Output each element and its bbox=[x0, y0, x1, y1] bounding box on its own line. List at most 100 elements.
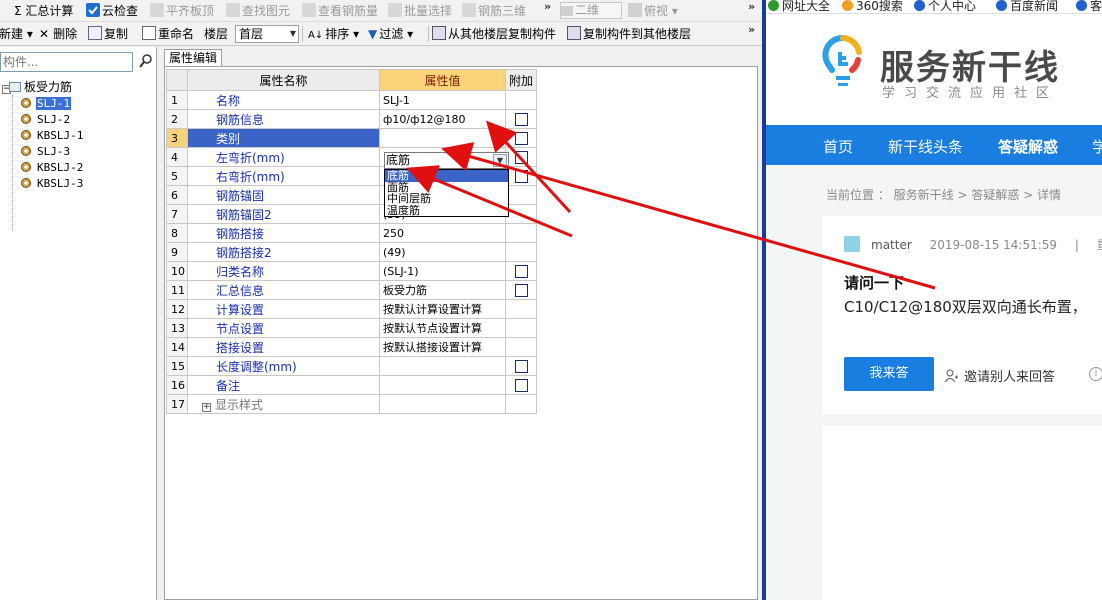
favorite-link[interactable]: 网址大全 bbox=[768, 0, 830, 13]
view-2d-combo[interactable]: 二维 bbox=[560, 2, 622, 19]
property-value-cell[interactable] bbox=[379, 128, 506, 148]
toolbar-overflow-icon[interactable]: » bbox=[544, 0, 551, 13]
search-icon[interactable] bbox=[138, 53, 154, 69]
nav-headlines[interactable]: 新干线头条 bbox=[888, 136, 963, 157]
extra-checkbox[interactable] bbox=[514, 151, 528, 164]
dropdown-option-bottom-bar[interactable]: 底筋 bbox=[385, 170, 508, 182]
floor-select[interactable]: 首层 ▼ bbox=[235, 25, 299, 43]
rebar-3d-button[interactable]: 钢筋三维 bbox=[462, 2, 526, 20]
tree-item-slj-2[interactable]: SLJ-2 bbox=[20, 112, 71, 128]
question-card: matter 2019-08-15 14:51:59 | 重庆 请问一下 C10… bbox=[823, 216, 1102, 414]
row-number: 1 bbox=[166, 90, 188, 110]
property-value-cell[interactable]: 按默认节点设置计算 bbox=[379, 318, 506, 338]
dropdown-option-top-bar[interactable]: 面筋 bbox=[385, 182, 508, 194]
extra-checkbox[interactable] bbox=[514, 360, 528, 373]
tree-item-slj-3[interactable]: SLJ-3 bbox=[20, 144, 71, 160]
property-row[interactable]: 1 名称 SLJ-1 bbox=[166, 90, 537, 110]
find-element-button[interactable]: 查找图元 bbox=[226, 2, 290, 20]
invite-answer-link[interactable]: 邀请别人来回答 bbox=[944, 366, 1055, 385]
property-value-cell[interactable] bbox=[379, 394, 506, 414]
property-value-cell[interactable]: SLJ-1 bbox=[379, 90, 506, 110]
nav-qa[interactable]: 答疑解惑 bbox=[998, 136, 1058, 157]
logo-bulb-icon[interactable] bbox=[822, 34, 864, 92]
property-value-cell[interactable]: (49) bbox=[379, 242, 506, 262]
extra-checkbox[interactable] bbox=[514, 170, 528, 183]
avatar[interactable] bbox=[844, 236, 860, 252]
info-icon[interactable]: i bbox=[1089, 367, 1102, 381]
cloud-check-button[interactable]: 云检查 bbox=[86, 2, 138, 20]
toolbar-overflow-icon-2[interactable]: » bbox=[748, 0, 755, 13]
rebar-software-window: Σ 汇总计算 云检查 平齐板顶 查找图元 查看钢筋量 批量选择 钢筋三维 » 二… bbox=[0, 0, 762, 600]
property-row[interactable]: 2 钢筋信息 ф10/ф12@180 bbox=[166, 109, 537, 129]
tree-root-node[interactable]: − 板受力筋 bbox=[2, 79, 72, 95]
copy-from-floor-button[interactable]: 从其他楼层复制构件 bbox=[432, 25, 556, 43]
chevron-down-icon[interactable]: ▼ bbox=[493, 154, 507, 167]
property-row[interactable]: 11 汇总信息 板受力筋 bbox=[166, 280, 537, 300]
favorite-link[interactable]: 百度新闻 bbox=[996, 0, 1058, 13]
post-username[interactable]: matter bbox=[871, 238, 912, 252]
header-extra[interactable]: 附加 bbox=[505, 69, 537, 91]
property-row[interactable]: 15 长度调整(mm) bbox=[166, 356, 537, 376]
property-row[interactable]: 9 钢筋搭接2 (49) bbox=[166, 242, 537, 262]
favorite-link[interactable]: 360搜索 bbox=[842, 0, 903, 13]
batch-select-label: 批量选择 bbox=[404, 4, 453, 18]
property-value-cell[interactable]: 按默认搭接设置计算 bbox=[379, 337, 506, 357]
delete-button[interactable]: ✕ 删除 bbox=[39, 25, 77, 43]
property-value-cell[interactable] bbox=[379, 375, 506, 395]
property-value-cell[interactable]: 按默认计算设置计算 bbox=[379, 299, 506, 319]
property-row[interactable]: 17 + 显示样式 bbox=[166, 394, 537, 414]
extra-checkbox[interactable] bbox=[514, 113, 528, 126]
copy-button[interactable]: 复制 bbox=[88, 25, 128, 43]
tree-item-slj-1[interactable]: SLJ-1 bbox=[20, 96, 72, 112]
new-button[interactable]: 新建 ▾ bbox=[0, 25, 33, 43]
property-row[interactable]: 3 类别 bbox=[166, 128, 537, 148]
extra-checkbox[interactable] bbox=[514, 284, 528, 297]
expand-icon[interactable]: + bbox=[202, 402, 211, 412]
property-row[interactable]: 13 节点设置 按默认节点设置计算 bbox=[166, 318, 537, 338]
extra-checkbox[interactable] bbox=[514, 132, 528, 145]
summary-calc-label: Σ 汇总计算 bbox=[14, 4, 74, 18]
tab-property-edit[interactable]: 属性编辑 bbox=[164, 49, 223, 66]
component-search-input[interactable]: 构件... bbox=[0, 52, 133, 72]
sort-label: 排序 bbox=[325, 27, 350, 41]
favorite-link[interactable]: 个人中心 bbox=[914, 0, 976, 13]
header-property-value[interactable]: 属性值 bbox=[379, 69, 506, 91]
favorite-link[interactable]: 客 bbox=[1076, 0, 1102, 13]
filter-button[interactable]: ▼ 过滤 ▾ bbox=[368, 25, 413, 43]
property-row[interactable]: 10 归类名称 (SLJ-1) bbox=[166, 261, 537, 281]
property-name-text: 钢筋搭接 bbox=[216, 226, 265, 241]
property-value-cell[interactable]: (SLJ-1) bbox=[379, 261, 506, 281]
answer-button[interactable]: 我来答 bbox=[844, 357, 934, 391]
property-value-cell[interactable]: 板受力筋 bbox=[379, 280, 506, 300]
property-value-cell[interactable] bbox=[379, 356, 506, 376]
extra-checkbox[interactable] bbox=[514, 265, 528, 278]
view-rebar-qty-button[interactable]: 查看钢筋量 bbox=[302, 2, 378, 20]
favorite-label: 客 bbox=[1090, 0, 1102, 13]
align-slab-top-button[interactable]: 平齐板顶 bbox=[150, 2, 214, 20]
dropdown-option-temperature-bar[interactable]: 温度筋 bbox=[385, 205, 508, 217]
tree-item-kbslj-3[interactable]: KBSLJ-3 bbox=[20, 176, 84, 192]
property-value-cell[interactable]: 250 bbox=[379, 223, 506, 243]
summary-calc-button[interactable]: Σ 汇总计算 bbox=[14, 2, 73, 20]
extra-cell bbox=[505, 356, 537, 376]
property-value-cell[interactable]: ф10/ф12@180 bbox=[379, 109, 506, 129]
check-mark-icon bbox=[88, 6, 98, 15]
tree-item-kbslj-1[interactable]: KBSLJ-1 bbox=[20, 128, 84, 144]
sort-button[interactable]: A↓ 排序 ▾ bbox=[308, 25, 359, 43]
top-view-button[interactable]: 俯视 ▾ bbox=[628, 2, 678, 20]
category-select[interactable]: 底筋 ▼ bbox=[384, 152, 509, 169]
nav-home[interactable]: 首页 bbox=[823, 136, 853, 157]
batch-select-button[interactable]: 批量选择 bbox=[388, 2, 452, 20]
property-row[interactable]: 12 计算设置 按默认计算设置计算 bbox=[166, 299, 537, 319]
copy-to-floor-button[interactable]: 复制构件到其他楼层 bbox=[567, 25, 691, 43]
property-row[interactable]: 8 钢筋搭接 250 bbox=[166, 223, 537, 243]
tree-item-kbslj-2[interactable]: KBSLJ-2 bbox=[20, 160, 84, 176]
property-row[interactable]: 16 备注 bbox=[166, 375, 537, 395]
toolbar2-overflow-icon[interactable]: » bbox=[748, 23, 755, 36]
dropdown-option-middle-layer-bar[interactable]: 中间层筋 bbox=[385, 193, 508, 205]
rename-button[interactable]: 重命名 bbox=[142, 25, 194, 43]
nav-learn[interactable]: 学 bbox=[1092, 136, 1102, 157]
header-property-name[interactable]: 属性名称 bbox=[187, 69, 380, 91]
extra-checkbox[interactable] bbox=[514, 379, 528, 392]
property-row[interactable]: 14 搭接设置 按默认搭接设置计算 bbox=[166, 337, 537, 357]
